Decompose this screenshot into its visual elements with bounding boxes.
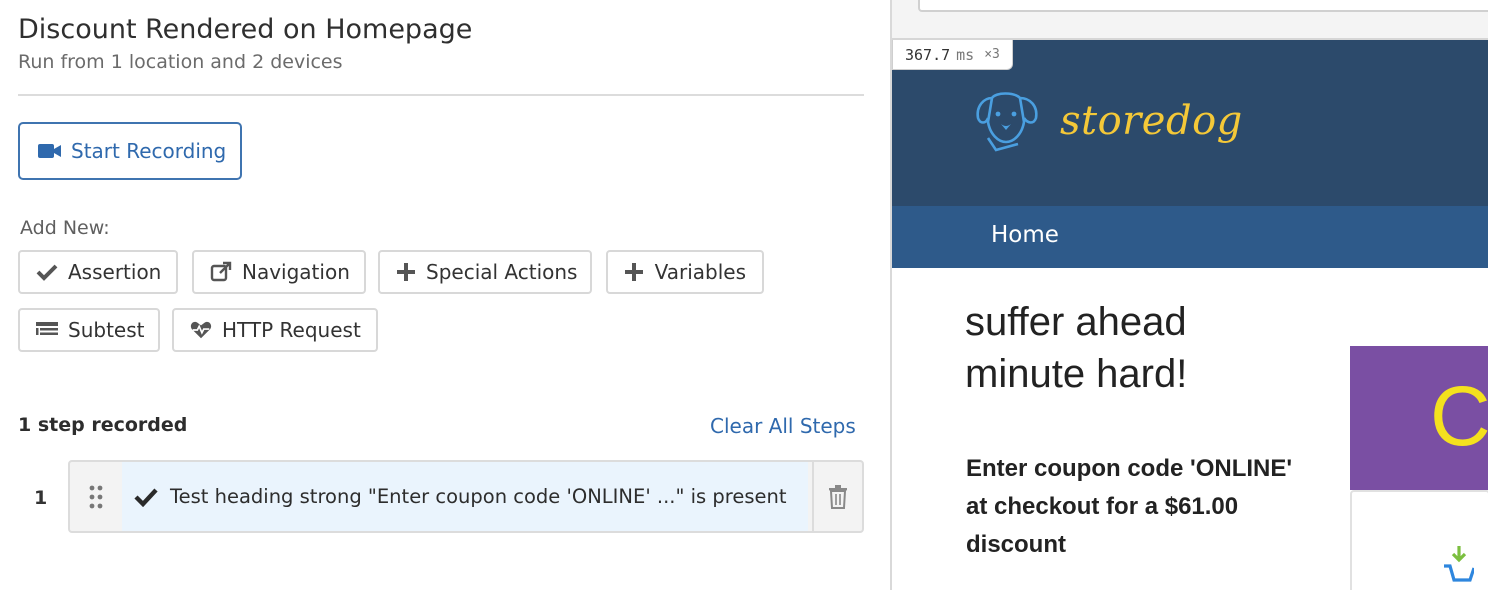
- add-special-actions-button[interactable]: Special Actions: [378, 250, 592, 294]
- check-icon: [134, 487, 158, 507]
- add-navigation-button[interactable]: Navigation: [192, 250, 366, 294]
- add-subtest-button[interactable]: Subtest: [18, 308, 160, 352]
- http-request-label: HTTP Request: [222, 318, 361, 342]
- plus-icon: [396, 261, 416, 283]
- test-subtitle: Run from 1 location and 2 devices: [18, 51, 343, 73]
- promo-banner[interactable]: C: [1350, 346, 1488, 490]
- promo-text: C: [1430, 369, 1488, 463]
- video-camera-icon: [38, 143, 62, 159]
- add-assertion-button[interactable]: Assertion: [18, 250, 178, 294]
- variables-label: Variables: [654, 260, 746, 284]
- nav-home-link[interactable]: Home: [991, 222, 1059, 248]
- timing-unit: ms: [956, 45, 975, 64]
- timing-multiplier: ×3: [984, 47, 1000, 62]
- add-http-request-button[interactable]: HTTP Request: [172, 308, 378, 352]
- preview-toolbar: [892, 0, 1488, 40]
- special-actions-label: Special Actions: [426, 260, 578, 284]
- recorder-panel: Discount Rendered on Homepage Run from 1…: [0, 0, 890, 590]
- site-navbar: Home: [892, 206, 1488, 268]
- add-variables-button[interactable]: Variables: [606, 250, 764, 294]
- hero-line-1: suffer ahead: [965, 300, 1187, 344]
- trash-icon[interactable]: [814, 462, 862, 531]
- plus-icon: [624, 261, 645, 283]
- drag-handle-icon[interactable]: [70, 462, 122, 531]
- page-preview: storedog 367.7 ms ×3 Home suffer ahead m…: [890, 0, 1488, 590]
- hero-line-2: minute hard!: [965, 352, 1188, 396]
- subtest-label: Subtest: [68, 318, 145, 342]
- assertion-label: Assertion: [68, 260, 162, 284]
- check-icon: [36, 261, 58, 283]
- cart-icon: [1444, 546, 1476, 590]
- divider: [18, 94, 864, 96]
- test-title: Discount Rendered on Homepage: [18, 14, 473, 45]
- step-number: 1: [34, 487, 48, 509]
- url-input[interactable]: [918, 0, 1488, 12]
- step-row: Test heading strong "Enter coupon code '…: [68, 460, 864, 533]
- clear-all-steps-link[interactable]: Clear All Steps: [710, 414, 856, 438]
- hero-heading: suffer ahead minute hard!: [965, 296, 1187, 400]
- dog-logo-icon: [974, 88, 1054, 158]
- step-description[interactable]: Test heading strong "Enter coupon code '…: [122, 462, 808, 531]
- start-recording-label: Start Recording: [71, 139, 227, 163]
- coupon-heading: Enter coupon code 'ONLINE' at checkout f…: [966, 455, 1293, 558]
- steps-count: 1 step recorded: [18, 414, 188, 436]
- step-text: Test heading strong "Enter coupon code '…: [170, 485, 787, 508]
- list-icon: [36, 319, 58, 341]
- navigation-label: Navigation: [242, 260, 350, 284]
- start-recording-button[interactable]: Start Recording: [18, 122, 242, 180]
- heartbeat-icon: [190, 319, 212, 341]
- timing-value: 367.7: [905, 45, 951, 64]
- timing-badge: 367.7 ms ×3: [892, 40, 1013, 70]
- external-link-icon: [210, 261, 232, 283]
- add-new-label: Add New:: [20, 217, 110, 239]
- product-card[interactable]: [1350, 490, 1488, 590]
- brand-name: storedog: [1060, 98, 1243, 144]
